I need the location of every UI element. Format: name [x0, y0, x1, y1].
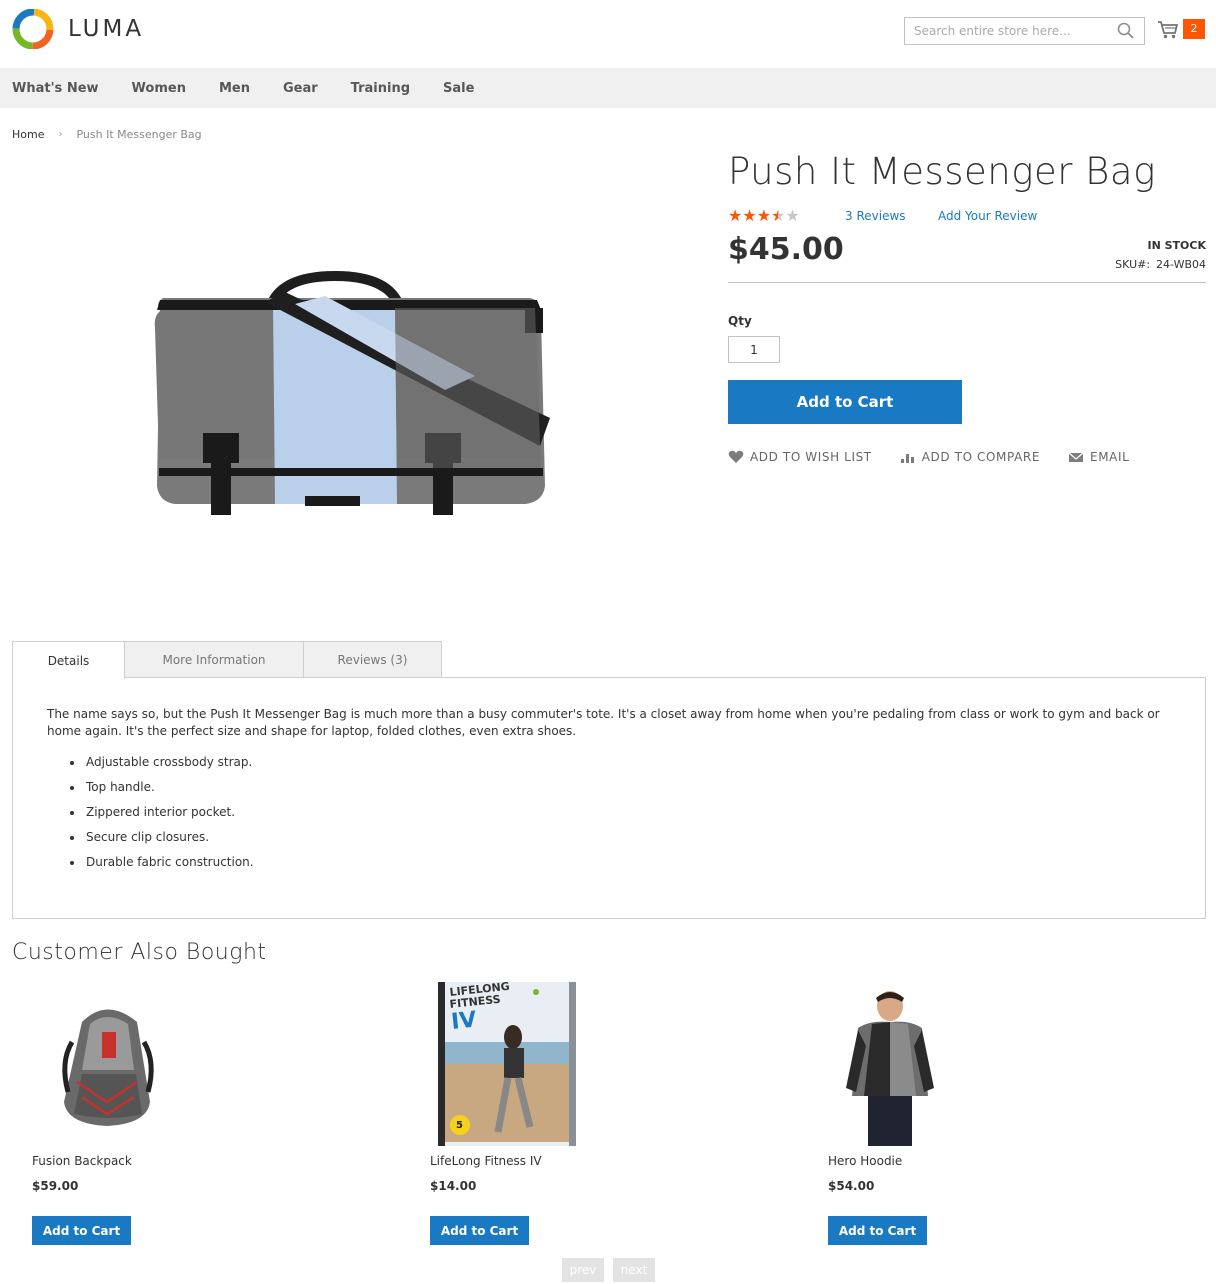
feature-item: Top handle. — [68, 775, 254, 800]
nav-item-gear[interactable]: Gear — [283, 81, 318, 96]
star-icon: ★ — [728, 206, 743, 225]
breadcrumb: Home › Push It Messenger Bag — [12, 128, 202, 141]
star-half-icon: ★ — [771, 206, 786, 225]
nav-item-training[interactable]: Training — [351, 81, 410, 96]
cart-icon[interactable] — [1157, 18, 1179, 40]
breadcrumb-home[interactable]: Home — [12, 128, 44, 141]
add-to-compare-label: ADD TO COMPARE — [921, 450, 1041, 464]
feature-item: Adjustable crossbody strap. — [68, 750, 254, 775]
also-bought-title: Customer Also Bought — [12, 940, 267, 965]
chevron-right-icon: › — [58, 129, 63, 140]
card-product-price: $14.00 — [430, 1179, 477, 1193]
email-link[interactable]: EMAIL — [1068, 450, 1129, 464]
header: LUMA 2 — [0, 0, 1216, 68]
luma-logo-icon — [12, 9, 54, 49]
add-review-link[interactable]: Add Your Review — [938, 209, 1037, 223]
breadcrumb-current: Push It Messenger Bag — [76, 128, 202, 141]
sku-label: SKU#: — [1115, 258, 1151, 271]
compare-icon — [900, 454, 914, 463]
search-box — [904, 17, 1145, 45]
prev-button[interactable]: prev — [562, 1258, 604, 1282]
search-input[interactable] — [905, 18, 1116, 44]
lifelong-fitness-dvd-image[interactable]: LIFELONG FITNESS IV 5 — [438, 982, 576, 1146]
hero-hoodie-image[interactable] — [840, 988, 940, 1146]
main-navigation: What's New Women Men Gear Training Sale — [0, 68, 1216, 108]
divider — [728, 282, 1206, 283]
add-to-cart-button[interactable]: Add to Cart — [32, 1216, 131, 1245]
product-price: $45.00 — [728, 232, 844, 267]
product-description: The name says so, but the Push It Messen… — [47, 707, 1160, 738]
feature-list: Adjustable crossbody strap. Top handle. … — [68, 750, 254, 875]
tab-more-information[interactable]: More Information — [124, 641, 304, 678]
tab-reviews[interactable]: Reviews (3) — [303, 641, 442, 678]
store-logo[interactable]: LUMA — [12, 9, 144, 49]
feature-item: Durable fabric construction. — [68, 850, 254, 875]
product-rating: ★ ★ ★ ★ ★ — [728, 207, 800, 225]
cart-count-badge[interactable]: 2 — [1183, 19, 1205, 39]
product-social-actions: ADD TO WISH LIST ADD TO COMPARE EMAIL — [728, 450, 1157, 464]
card-product-name[interactable]: Fusion Backpack — [32, 1154, 132, 1168]
add-to-cart-button[interactable]: Add to Cart — [828, 1216, 927, 1245]
product-sku: SKU#: 24-WB04 — [1115, 258, 1206, 271]
add-to-compare-link[interactable]: ADD TO COMPARE — [900, 450, 1040, 464]
add-to-cart-button[interactable]: Add to Cart — [728, 380, 962, 424]
nav-item-women[interactable]: Women — [132, 81, 186, 96]
email-label: EMAIL — [1090, 450, 1130, 464]
star-icon: ★ — [756, 206, 772, 225]
heart-icon — [728, 450, 744, 463]
card-product-name[interactable]: Hero Hoodie — [828, 1154, 902, 1168]
dvd-title-line3: IV — [450, 1007, 478, 1034]
tab-details[interactable]: Details — [12, 641, 125, 679]
product-image[interactable] — [145, 268, 557, 520]
nav-item-sale[interactable]: Sale — [443, 81, 474, 96]
card-product-price: $59.00 — [32, 1179, 79, 1193]
star-empty-icon: ★ — [785, 206, 800, 225]
carousel-pager: prev next — [562, 1258, 664, 1282]
feature-item: Zippered interior pocket. — [68, 800, 254, 825]
stock-status: IN STOCK — [1147, 239, 1206, 252]
envelope-icon — [1068, 452, 1084, 462]
dvd-badge-number: 5 — [456, 1120, 463, 1131]
sku-value: 24-WB04 — [1156, 258, 1206, 271]
logo-text: LUMA — [68, 16, 145, 42]
next-button[interactable]: next — [613, 1258, 655, 1282]
add-to-wishlist-link[interactable]: ADD TO WISH LIST — [728, 450, 872, 464]
add-to-wishlist-label: ADD TO WISH LIST — [750, 450, 872, 464]
star-icon: ★ — [742, 206, 757, 225]
product-title: Push It Messenger Bag — [728, 150, 1156, 193]
card-product-name[interactable]: LifeLong Fitness IV — [430, 1154, 542, 1168]
reviews-link[interactable]: 3 Reviews — [845, 209, 906, 223]
card-product-price: $54.00 — [828, 1179, 875, 1193]
rating-stars: ★ ★ ★ ★ ★ — [728, 207, 800, 225]
feature-item: Secure clip closures. — [68, 825, 254, 850]
add-to-cart-button[interactable]: Add to Cart — [430, 1216, 529, 1245]
product-tabs: Details More Information Reviews (3) — [12, 641, 442, 679]
nav-item-whats-new[interactable]: What's New — [12, 81, 99, 96]
minicart[interactable]: 2 — [1157, 18, 1205, 40]
nav-item-men[interactable]: Men — [219, 81, 250, 96]
search-icon[interactable] — [1116, 21, 1136, 41]
qty-label: Qty — [728, 314, 752, 328]
qty-input[interactable] — [728, 336, 780, 363]
fusion-backpack-image[interactable] — [52, 1002, 162, 1130]
details-panel: The name says so, but the Push It Messen… — [12, 677, 1206, 919]
